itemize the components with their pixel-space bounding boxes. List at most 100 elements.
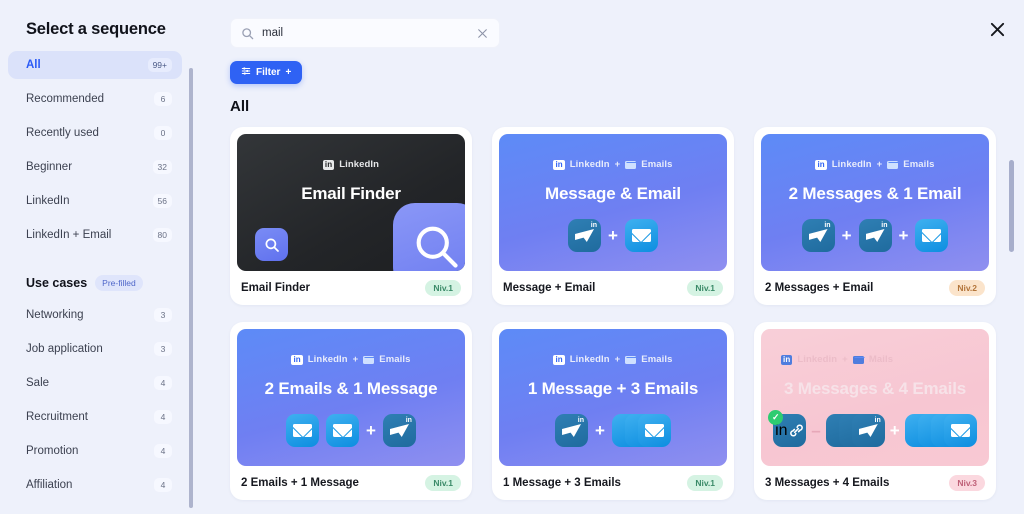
card-channel2-label: Mails [868,354,894,365]
email-stack-icon [611,414,671,447]
linkedin-message-icon: in [858,219,892,252]
sidebar-item-count: 56 [152,194,172,208]
card-title: Message + Email [503,282,596,294]
sequence-card[interactable]: in LinkedIn + Emails Message & Email in … [492,127,734,305]
card-footer: 3 Messages + 4 Emails Niv.3 [761,466,989,500]
content-scrollbar-thumb[interactable] [1009,160,1014,252]
sidebar-item-label: Job application [26,343,103,355]
sequence-card[interactable]: in LinkedIn + Emails 2 Messages & 1 Emai… [754,127,996,305]
sidebar-item-count: 99+ [147,58,172,72]
linkedin-corner-icon: in [824,222,831,229]
paper-plane-icon [858,424,878,437]
filter-button-label: Filter [256,67,281,78]
sidebar-item-affiliation[interactable]: Affiliation 4 [8,471,182,499]
plus-icon: + [366,421,376,440]
sidebar-item-label: All [26,59,41,71]
card-title: Email Finder [241,282,311,294]
sequence-card[interactable]: in LinkedIn Email Finder Email Finder Ni… [230,127,472,305]
email-icon [624,219,658,252]
sidebar-item-label: Recently used [26,127,99,139]
sidebar-item-count: 0 [154,126,172,140]
sequence-card[interactable]: in LinkedIn + Emails 1 Message + 3 Email… [492,322,734,500]
sliders-icon [241,66,251,79]
card-channel-label: LinkedIn [831,159,872,170]
card-channels: in LinkedIn + Emails [553,159,672,170]
sidebar-item-count: 3 [154,342,172,356]
card-channel2-label: Emails [641,159,673,170]
plus-icon: + [898,226,909,245]
linkedin-message-icon: in [801,219,835,252]
linkedin-message-icon: in [382,414,416,447]
card-channel-label: Linkedin [797,354,838,365]
card-channel-separator: + [614,354,621,365]
main-content: Filter + All in LinkedIn Email Finder [200,0,1024,514]
sidebar-item-all[interactable]: All 99+ [8,51,182,79]
search-icon [255,228,288,261]
paper-plane-icon [562,424,582,437]
content-scrollbar[interactable] [1009,160,1014,290]
sidebar-item-beginner[interactable]: Beginner 32 [8,153,182,181]
sequence-grid: in LinkedIn Email Finder Email Finder Ni… [200,127,1024,500]
sidebar-item-job-application[interactable]: Job application 3 [8,335,182,363]
card-artwork: in LinkedIn + Emails 2 Messages & 1 Emai… [761,134,989,271]
card-channel2-label: Emails [641,354,673,365]
search-box[interactable] [230,18,500,48]
sidebar-item-networking[interactable]: Networking 3 [8,301,182,329]
plus-icon: + [841,226,852,245]
card-title: 2 Messages + Email [765,282,874,294]
envelope-icon [631,229,651,242]
mail-icon [625,355,638,364]
card-channel-label: LinkedIn [339,159,380,170]
mail-icon [363,355,376,364]
sidebar-item-count: 4 [154,410,172,424]
card-channel-label: LinkedIn [569,354,610,365]
card-icons: in + in + [801,219,949,252]
sidebar-scrollbar[interactable] [189,62,193,510]
search-input[interactable] [254,27,476,39]
card-title: 2 Emails + 1 Message [241,477,359,489]
sidebar-item-sale[interactable]: Sale 4 [8,369,182,397]
linkedin-corner-icon: in [577,417,585,424]
card-channel2-label: Emails [379,354,411,365]
level-badge: Niv.1 [687,475,723,491]
linkedin-icon: in [553,159,565,170]
sidebar-item-promotion[interactable]: Promotion 4 [8,437,182,465]
visit-profile-icon: ✓ in [768,410,807,447]
sidebar-item-label: Sale [26,377,50,389]
close-icon[interactable] [982,14,1012,44]
sidebar: Select a sequence All 99+ Recommended 6 … [0,0,200,514]
sidebar-item-recently-used[interactable]: Recently used 0 [8,119,182,147]
sequence-card[interactable]: in LinkedIn + Emails 2 Emails & 1 Messag… [230,322,472,500]
sidebar-item-linkedin[interactable]: LinkedIn 56 [8,187,182,215]
sidebar-item-recruitment[interactable]: Recruitment 4 [8,403,182,431]
card-icons: ✓ in – in + [768,410,977,447]
category-list: All 99+ Recommended 6 Recently used 0 Be… [0,51,200,249]
card-footer: 2 Emails + 1 Message Niv.1 [237,466,465,500]
sidebar-item-count: 4 [154,376,172,390]
sequence-card[interactable]: in Linkedin + Mails 3 Messages & 4 Email… [754,322,996,500]
filter-row: Filter + [200,48,1024,84]
email-icon [326,414,360,447]
linkedin-icon: in [553,354,565,365]
envelope-icon [922,229,942,242]
sidebar-item-label: Recruitment [26,411,88,423]
mail-icon [887,160,900,169]
card-channels: in LinkedIn + Emails [815,159,934,170]
search-icon-large [393,203,465,271]
select-sequence-modal: Select a sequence All 99+ Recommended 6 … [0,0,1024,514]
sidebar-item-recommended[interactable]: Recommended 6 [8,85,182,113]
linkedin-icon: in [815,159,827,170]
filter-button[interactable]: Filter + [230,61,303,84]
prefilled-badge: Pre-filled [95,275,143,291]
email-icon [286,414,320,447]
page-title: Select a sequence [26,20,166,38]
sidebar-item-linkedin-email[interactable]: LinkedIn + Email 80 [8,221,182,249]
search-icon [241,27,254,40]
card-title: 3 Messages + 4 Emails [765,477,890,489]
linkedin-message-icon: in [851,414,885,447]
clear-search-icon[interactable] [476,27,489,40]
group-title: All [230,98,250,115]
sidebar-scrollbar-thumb[interactable] [189,68,193,508]
filter-plus-icon: + [285,67,292,78]
envelope-icon [644,424,664,437]
